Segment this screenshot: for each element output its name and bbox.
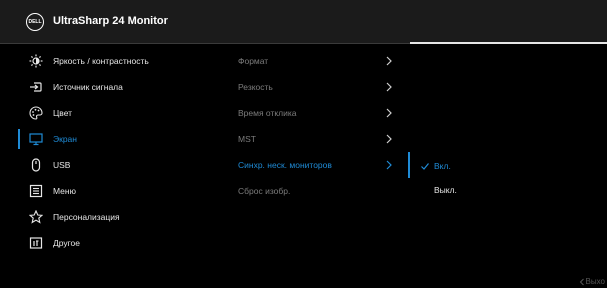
menu-item-display[interactable]: Экран: [18, 129, 208, 149]
submenu-item-label: Синхр. неск. мониторов: [238, 160, 332, 170]
chevron-right-icon: [386, 108, 392, 118]
exit-button[interactable]: Выхо: [578, 277, 605, 286]
menu-item-label: Персонализация: [53, 212, 120, 222]
chevron-right-icon: [386, 56, 392, 66]
submenu-active-indicator: [408, 152, 410, 178]
exit-label: Выхо: [585, 277, 605, 286]
mouse-icon: [29, 158, 43, 172]
menu-item-other[interactable]: Другое: [18, 233, 208, 253]
option-off[interactable]: Выкл.: [434, 181, 457, 199]
menu-item-label: Яркость / контрастность: [53, 56, 149, 66]
submenu-item-label: Сброс изобр.: [238, 186, 291, 196]
submenu-item-label: Время отклика: [238, 108, 297, 118]
menu-item-label: Экран: [53, 134, 77, 144]
submenu-item-label: Резкость: [238, 82, 273, 92]
option-label: Вкл.: [434, 161, 451, 171]
submenu-item-mst[interactable]: MST: [238, 129, 403, 149]
menu-item-usb[interactable]: USB: [18, 155, 208, 175]
submenu-item-aspect[interactable]: Формат: [238, 51, 403, 71]
menu-item-personalize[interactable]: Персонализация: [18, 207, 208, 227]
chevron-left-icon: [579, 278, 584, 285]
input-source-icon: [29, 80, 43, 94]
header-accent-line: [410, 42, 607, 44]
color-icon: [29, 106, 43, 120]
display-icon: [29, 132, 43, 146]
menu-item-brightness[interactable]: Яркость / контрастность: [18, 51, 208, 71]
menu-item-color[interactable]: Цвет: [18, 103, 208, 123]
dell-logo: DELL: [26, 13, 44, 31]
menu-item-label: Цвет: [53, 108, 73, 118]
submenu-item-multi-monitor-sync[interactable]: Синхр. неск. мониторов: [238, 155, 403, 175]
chevron-right-icon: [386, 160, 392, 170]
submenu-item-response-time[interactable]: Время отклика: [238, 103, 403, 123]
monitor-title: UltraSharp 24 Monitor: [53, 15, 168, 27]
monitor-osd: DELL UltraSharp 24 Monitor Яркость / кон…: [0, 0, 607, 288]
option-label: Выкл.: [434, 185, 457, 195]
menu-item-label: Источник сигнала: [53, 82, 123, 92]
submenu-item-label: MST: [238, 134, 256, 144]
menu-item-menu[interactable]: Меню: [18, 181, 208, 201]
option-on[interactable]: Вкл.: [420, 157, 451, 175]
menu-item-label: USB: [53, 160, 71, 170]
menu-item-input-source[interactable]: Источник сигнала: [18, 77, 208, 97]
checkmark-icon: [421, 163, 429, 170]
submenu-item-label: Формат: [238, 56, 269, 66]
menu-item-label: Меню: [53, 186, 76, 196]
brightness-icon: [29, 54, 43, 68]
submenu-item-reset-image[interactable]: Сброс изобр.: [238, 181, 403, 201]
menu-item-label: Другое: [53, 238, 81, 248]
submenu-item-sharpness[interactable]: Резкость: [238, 77, 403, 97]
chevron-right-icon: [386, 82, 392, 92]
osd-header: DELL UltraSharp 24 Monitor: [0, 0, 607, 44]
chevron-right-icon: [386, 134, 392, 144]
star-icon: [29, 210, 43, 224]
menu-icon: [29, 184, 43, 198]
info-icon: [29, 236, 43, 250]
